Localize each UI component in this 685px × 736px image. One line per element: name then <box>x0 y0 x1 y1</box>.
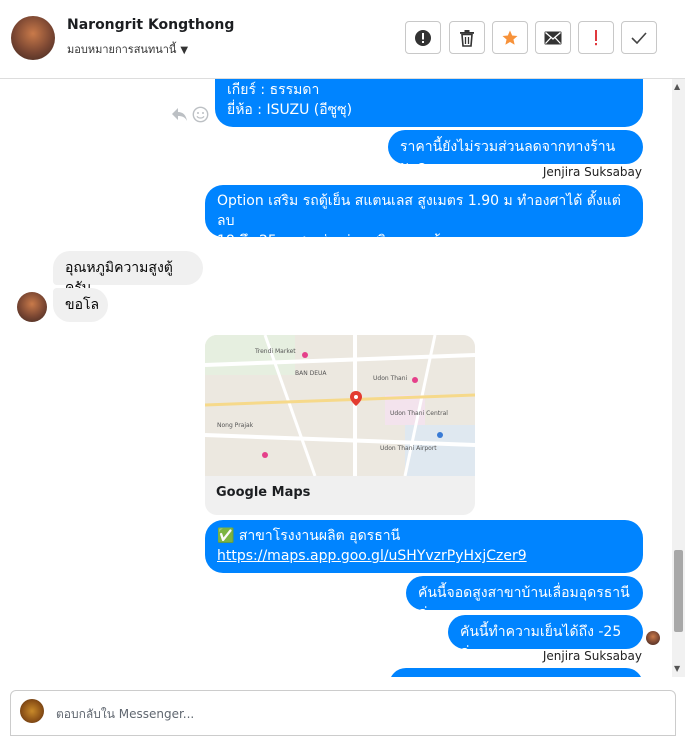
page-avatar <box>20 699 44 723</box>
map-label: Nong Prajak <box>217 422 254 429</box>
reply-icon[interactable] <box>171 106 188 122</box>
read-receipt-avatar <box>646 631 660 645</box>
message-text: Option เสริม รถตู้เย็น สแตนเลส สูงเมตร 1… <box>217 193 621 229</box>
map-label: Udon Thani Central <box>390 410 448 417</box>
message-text: ขอโล <box>65 297 100 313</box>
message-thread[interactable]: เกียร์ : ธรรมดา ยี่ห้อ : ISUZU (อีซูซุ) … <box>0 79 670 677</box>
message-bubble-incoming[interactable]: อุณหภูมิความสูงตู้ครับ <box>53 251 203 296</box>
message-bubble-outgoing[interactable]: Option เสริม รถตู้เย็น สแตนเลส สูงเมตร 1… <box>205 185 643 249</box>
alert-button[interactable] <box>405 21 441 54</box>
message-bubble-outgoing[interactable]: คันนี้ทำความเย็นได้ถึง -25 ค่ะ <box>448 615 643 660</box>
contact-name[interactable]: Narongrit Kongthong <box>67 17 234 33</box>
assign-label: มอบหมายการสนทนานี้ <box>67 43 177 56</box>
spam-button[interactable] <box>578 21 614 54</box>
contact-avatar[interactable] <box>11 16 55 60</box>
emoji-icon[interactable] <box>192 106 209 123</box>
map-label: Udon Thani <box>373 375 408 382</box>
message-bubble-outgoing[interactable]: ✅ สาขาโรงงานผลิต อุดรธานี https://maps.a… <box>205 520 643 573</box>
map-image: Trendi Market Udon Thani Nong Prajak Udo… <box>205 335 475 476</box>
star-button[interactable] <box>492 21 528 54</box>
delete-button[interactable] <box>449 21 485 54</box>
message-text: ✅ สาขาโรงงานผลิต อุดรธานี <box>217 528 401 544</box>
message-text: เกียร์ : ธรรมดา <box>227 82 320 98</box>
map-caption: Google Maps <box>216 485 311 500</box>
message-text: ยี่ห้อ : ISUZU (อีซูซุ) <box>227 102 353 118</box>
mark-done-button[interactable] <box>621 21 657 54</box>
message-link[interactable]: https://maps.app.goo.gl/uSHYvzrPyHxjCzer… <box>217 546 631 566</box>
message-bubble-incoming[interactable]: ขอโล <box>53 288 108 322</box>
alert-icon <box>415 29 431 46</box>
message-text: 18 ถึง 25 องศา ช่วงล่างเสริมแหนบล้อ <box>217 233 449 249</box>
scroll-up-arrow[interactable]: ▲ <box>674 82 680 91</box>
message-bubble-outgoing[interactable]: เกียร์ : ธรรมดา ยี่ห้อ : ISUZU (อีซูซุ) <box>215 79 643 127</box>
assign-conversation-dropdown[interactable]: มอบหมายการสนทนานี้ ▼ <box>67 40 188 58</box>
map-label: BAN DEUA <box>295 370 327 377</box>
mark-unread-button[interactable] <box>535 21 571 54</box>
reply-input[interactable]: ตอบกลับใน Messenger... <box>56 705 194 724</box>
check-icon <box>631 31 647 44</box>
star-icon <box>502 30 518 45</box>
conversation-header: Narongrit Kongthong มอบหมายการสนทนานี้ ▼ <box>0 0 685 79</box>
sender-name: Jenjira Suksabay <box>542 165 642 179</box>
trash-icon <box>460 29 474 47</box>
map-attachment[interactable]: Trendi Market Udon Thani Nong Prajak Udo… <box>205 335 475 515</box>
message-bubble-outgoing[interactable]: ราคานี้ยังไม่รวมส่วนลดจากทางร้านนะคะ <box>388 130 643 175</box>
sender-name: Jenjira Suksabay <box>542 649 642 663</box>
exclamation-icon <box>595 29 597 45</box>
scrollbar-thumb[interactable] <box>674 550 683 632</box>
contact-avatar-small[interactable] <box>17 292 47 322</box>
map-label: Trendi Market <box>254 348 296 355</box>
caret-down-icon: ▼ <box>180 45 189 56</box>
message-bubble-outgoing[interactable] <box>389 668 643 677</box>
mail-icon <box>544 31 562 44</box>
scroll-down-arrow[interactable]: ▼ <box>674 664 680 673</box>
message-bubble-outgoing[interactable]: คันนี้จอดสูงสาขาบ้านเลื่อมอุดรธานีค่ะ <box>406 576 643 621</box>
map-label: Udon Thani Airport <box>380 445 437 452</box>
